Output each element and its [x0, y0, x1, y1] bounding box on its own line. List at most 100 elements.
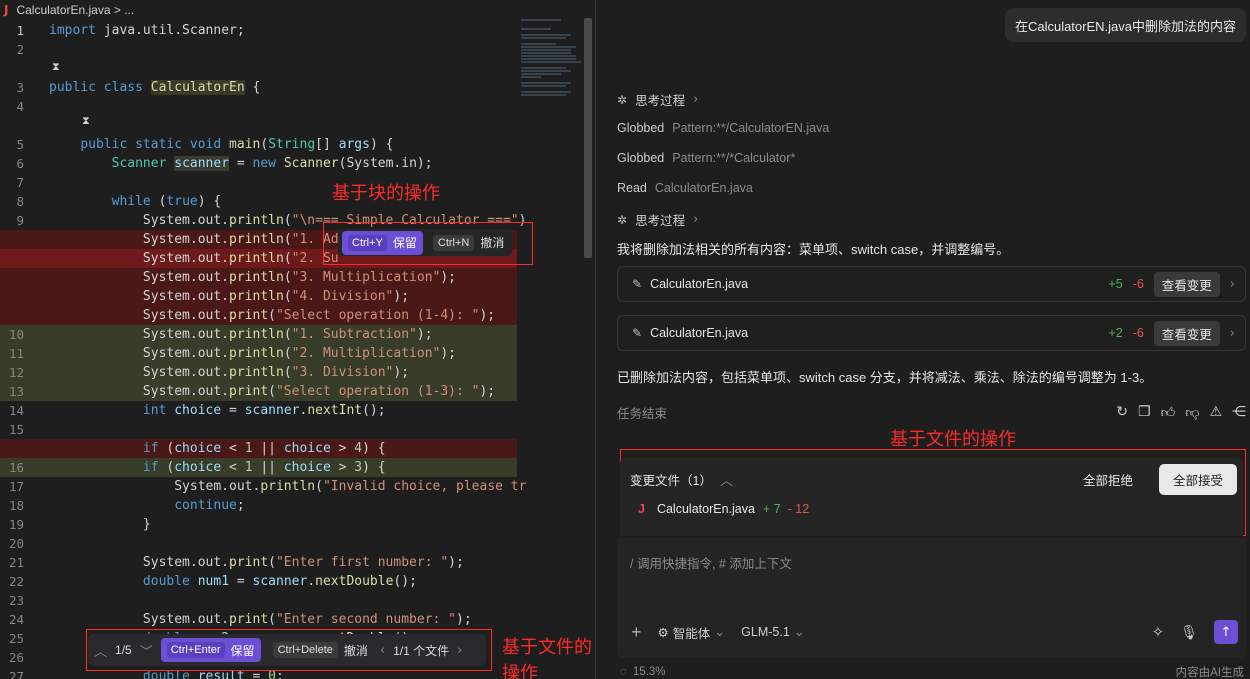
agent-icon: ⚙: [657, 625, 669, 640]
code-text: public class CalculatorEn {: [49, 80, 261, 95]
minimap-line: [521, 85, 566, 87]
code-line[interactable]: System.out.print("Select operation (1-4)…: [0, 306, 517, 325]
change-card-1[interactable]: ✎ CalculatorEn.java +5 -6 查看变更 ›: [617, 266, 1246, 302]
step-detail: Pattern:**/CalculatorEN.java: [672, 121, 830, 135]
send-button[interactable]: ↑: [1214, 620, 1238, 644]
refresh-icon[interactable]: ↻: [1116, 404, 1128, 421]
keep-file-button[interactable]: Ctrl+Enter 保留: [160, 638, 261, 662]
minimap-line: [521, 52, 571, 54]
microphone-icon[interactable]: 🎙︎: [1180, 624, 1198, 641]
chevron-down-icon: ⌄: [714, 624, 726, 640]
sparkle-icon[interactable]: ✧: [1152, 623, 1165, 641]
view-changes-button[interactable]: 查看变更: [1153, 271, 1220, 297]
code-line[interactable]: 12 System.out.println("3. Division");: [0, 363, 517, 382]
reject-all-button[interactable]: 全部拒绝: [1083, 470, 1133, 489]
chat-input-box[interactable]: / 调用快捷指令, # 添加上下文 + ⚙ 智能体 ⌄ GLM-5.1 ⌄ ✧ …: [617, 538, 1246, 658]
thinking-label: 思考过程: [635, 94, 686, 108]
keep-block-button[interactable]: Ctrl+Y 保留: [342, 230, 423, 255]
chevron-up-icon[interactable]: ︿: [94, 641, 107, 660]
code-line[interactable]: 5 public static void main(String[] args)…: [0, 135, 517, 154]
code-line[interactable]: 24 System.out.print("Enter second number…: [0, 610, 517, 629]
code-line[interactable]: System.out.println("3. Multiplication");: [0, 268, 517, 287]
line-number: 9: [16, 213, 24, 228]
minimap-line: [521, 82, 571, 84]
annotation-file-ops-chat: 基于文件的操作: [890, 429, 1016, 450]
vertical-scrollbar[interactable]: [584, 18, 592, 258]
changed-file-row[interactable]: J CalculatorEn.java + 7 - 12: [638, 502, 809, 516]
chevron-right-icon[interactable]: ›: [457, 643, 462, 658]
code-line[interactable]: [0, 116, 517, 135]
code-line[interactable]: 20: [0, 534, 517, 553]
code-text: }: [49, 517, 151, 532]
line-number: 19: [8, 517, 24, 532]
code-line[interactable]: if (choice < 1 || choice > 4) {: [0, 439, 517, 458]
minimap-line: [521, 61, 581, 63]
code-line[interactable]: 19 }: [0, 515, 517, 534]
code-line[interactable]: System.out.println("4. Division");: [0, 287, 517, 306]
brain-icon: ✲: [617, 92, 628, 107]
chevron-down-icon[interactable]: ﹀: [140, 641, 153, 660]
code-text: continue;: [174, 498, 245, 513]
code-line[interactable]: 6 Scanner scanner = new Scanner(System.i…: [0, 154, 517, 173]
accept-all-button[interactable]: 全部接受: [1158, 463, 1237, 495]
warning-icon[interactable]: ⚠: [1209, 404, 1222, 421]
changed-file-name: CalculatorEn.java: [656, 502, 755, 516]
code-line[interactable]: 13 System.out.print("Select operation (1…: [0, 382, 517, 401]
change-card-2[interactable]: ✎ CalculatorEn.java +2 -6 查看变更 ›: [617, 315, 1246, 351]
code-line[interactable]: 17 System.out.println("Invalid choice, p…: [0, 477, 527, 496]
user-message: 在CalculatorEN.java中删除加法的内容: [1004, 8, 1246, 42]
tool-step: Read CalculatorEn.java: [617, 181, 753, 195]
code-line[interactable]: 18 continue;: [0, 496, 517, 515]
code-line[interactable]: 1 import java.util.Scanner;: [0, 21, 517, 40]
editor-breadcrumb[interactable]: J CalculatorEn.java > ...: [0, 0, 595, 20]
chevron-right-icon[interactable]: ›: [1230, 326, 1235, 341]
code-line[interactable]: 3 public class CalculatorEn {: [0, 78, 517, 97]
undo-block-button[interactable]: Ctrl+N 撤消: [429, 231, 509, 255]
line-number: 14: [8, 403, 24, 418]
minimap-line: [521, 94, 566, 96]
view-changes-button[interactable]: 查看变更: [1153, 320, 1220, 346]
code-line[interactable]: 23: [0, 591, 517, 610]
share-icon[interactable]: ⋲: [1232, 404, 1246, 421]
line-number: 16: [8, 460, 24, 475]
chevron-right-icon[interactable]: ›: [1230, 277, 1235, 292]
plus-icon[interactable]: +: [631, 622, 642, 643]
chevron-right-icon: ›: [693, 92, 699, 107]
code-line[interactable]: 22 double num1 = scanner.nextDouble();: [0, 572, 517, 591]
code-line[interactable]: 4: [0, 97, 517, 116]
file-counter: 1/1 个文件: [393, 643, 450, 658]
code-text: System.out.println("4. Division");: [49, 289, 410, 304]
chevron-up-icon[interactable]: ︿: [720, 470, 733, 489]
code-line[interactable]: 11 System.out.println("2. Multiplication…: [0, 344, 517, 363]
step-verb: Globbed: [617, 121, 665, 135]
undo-file-button[interactable]: Ctrl+Delete 撤消: [269, 638, 372, 662]
code-line[interactable]: 15: [0, 420, 517, 439]
chevron-left-icon[interactable]: ‹: [380, 643, 385, 658]
added-count: +2: [1108, 326, 1123, 340]
block-action-bar: Ctrl+Y 保留 Ctrl+N 撤消: [338, 229, 513, 256]
code-line[interactable]: [0, 59, 517, 78]
thumbs-up-icon[interactable]: 👍︎: [1161, 404, 1176, 421]
code-line[interactable]: 2: [0, 40, 517, 59]
code-line[interactable]: 16 if (choice < 1 || choice > 3) {: [0, 458, 517, 477]
minimap-line: [521, 67, 566, 69]
thumbs-down-icon[interactable]: 👎︎: [1185, 404, 1199, 421]
copy-icon[interactable]: ❐: [1138, 404, 1151, 421]
code-text: Scanner scanner = new Scanner(System.in)…: [111, 156, 433, 171]
agent-selector[interactable]: ⚙ 智能体 ⌄: [658, 623, 726, 642]
model-selector[interactable]: GLM-5.1 ⌄: [741, 625, 805, 640]
code-area[interactable]: 1 import java.util.Scanner; 2 3 public class…: [0, 21, 527, 679]
code-line[interactable]: 21 System.out.print("Enter first number:…: [0, 553, 517, 572]
undo-file-shortcut: Ctrl+Delete: [272, 642, 338, 658]
line-number: 23: [8, 593, 24, 608]
thinking-toggle-1[interactable]: ✲ 思考过程 ›: [617, 90, 698, 109]
minimap[interactable]: [521, 18, 586, 128]
tool-step: Globbed Pattern:**/CalculatorEN.java: [617, 121, 829, 135]
response-toolbar: 任务结束 ↻ ❐ 👍︎ 👎︎ ⚠ ⋲: [617, 403, 1246, 422]
card-filename: CalculatorEn.java: [650, 326, 749, 340]
code-line[interactable]: 14 int choice = scanner.nextInt();: [0, 401, 517, 420]
code-text: import java.util.Scanner;: [49, 23, 245, 38]
thinking-toggle-2[interactable]: ✲ 思考过程 ›: [617, 210, 698, 229]
code-line[interactable]: 10 System.out.println("1. Subtraction");: [0, 325, 517, 344]
brain-icon: ✲: [617, 212, 628, 227]
